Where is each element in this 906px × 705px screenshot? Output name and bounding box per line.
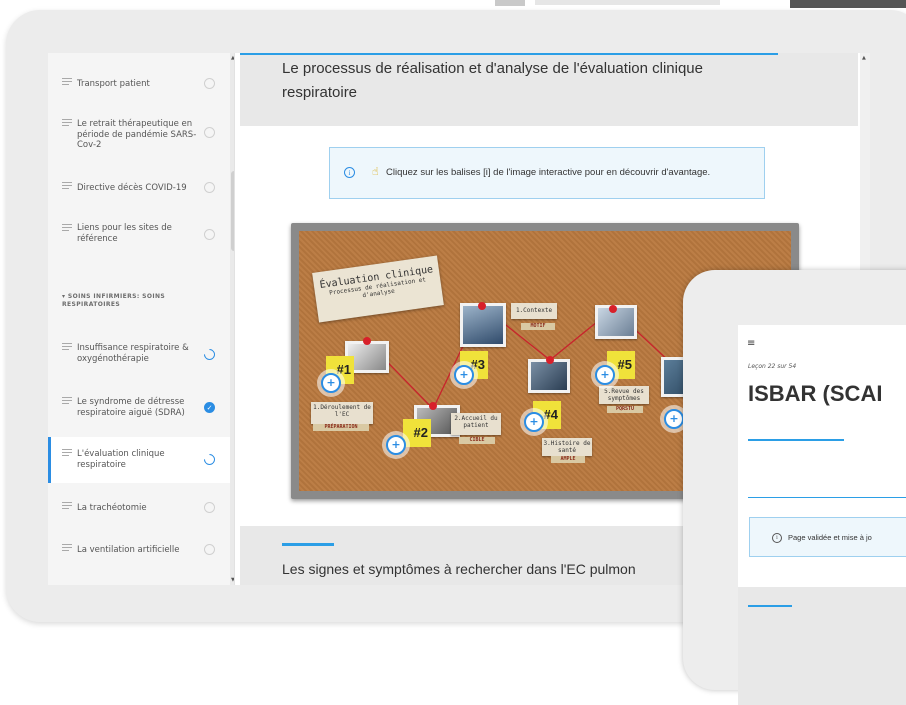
pin-icon bbox=[478, 302, 486, 310]
pin-icon bbox=[609, 305, 617, 313]
note-4-photo bbox=[528, 359, 570, 393]
status-not-started-icon bbox=[204, 78, 215, 89]
pin-icon bbox=[363, 337, 371, 345]
sidebar-scrollbar[interactable] bbox=[230, 53, 234, 585]
sidebar-item-label: L'évaluation clinique respiratoire bbox=[77, 449, 165, 470]
sidebar-item-label: Transport patient bbox=[77, 79, 150, 89]
scroll-down-arrow-icon[interactable]: ▼ bbox=[231, 577, 234, 583]
sidebar-item-tracheotomie[interactable]: La trachéotomie bbox=[48, 493, 234, 523]
note-2-tag: CIBLE bbox=[459, 437, 495, 444]
phone-info-callout: i Page validée et mise à jo bbox=[749, 517, 906, 557]
lesson-list-icon bbox=[62, 343, 72, 352]
status-in-progress-icon bbox=[201, 346, 218, 363]
status-in-progress-icon bbox=[201, 451, 218, 468]
note-5-label: 5.Revue des symptômes bbox=[599, 386, 649, 404]
note-4-tag: AMPLE bbox=[551, 456, 585, 463]
section-accent-line bbox=[282, 543, 334, 546]
sidebar-item-label: Directive décès COVID-19 bbox=[77, 183, 187, 193]
sidebar-item-label: Le retrait thérapeutique en période de p… bbox=[77, 119, 197, 150]
info-icon: i bbox=[772, 533, 782, 543]
note-1-tag: PRÉPARATION bbox=[313, 424, 369, 431]
lesson-sidebar: Transport patient Le retrait thérapeutiq… bbox=[48, 53, 235, 585]
info-icon: i bbox=[344, 167, 355, 178]
phone-lesson-title: ISBAR (SCAI bbox=[748, 381, 883, 406]
lesson-list-icon bbox=[62, 544, 72, 553]
phone-screen: ≡ Leçon 22 sur 54 ISBAR (SCAI i Page val… bbox=[738, 325, 906, 705]
sticky-note-2: #2 bbox=[403, 419, 431, 447]
sidebar-item-label: Insuffisance respiratoire & oxygénothéra… bbox=[77, 343, 189, 364]
note-2-label: 2.Accueil du patient bbox=[451, 413, 501, 435]
status-not-started-icon bbox=[204, 544, 215, 555]
scroll-up-arrow-icon[interactable]: ▲ bbox=[862, 55, 866, 61]
lesson-counter: Leçon 22 sur 54 bbox=[748, 363, 797, 370]
lesson-list-icon bbox=[62, 449, 72, 458]
title-band: Le processus de réalisation et d'analyse… bbox=[240, 53, 858, 126]
hotspot-1-plus-icon[interactable]: + bbox=[321, 373, 341, 393]
lesson-list-icon bbox=[62, 78, 72, 87]
sidebar-item-liens-sites[interactable]: Liens pour les sites de référence bbox=[48, 217, 234, 251]
lesson-list-icon bbox=[62, 119, 72, 128]
sidebar-item-transport-patient[interactable]: Transport patient bbox=[48, 69, 234, 99]
status-not-started-icon bbox=[204, 229, 215, 240]
background-thumbnail bbox=[535, 0, 720, 5]
hotspot-6-plus-icon[interactable]: + bbox=[664, 409, 684, 429]
page-title: Le processus de réalisation et d'analyse… bbox=[282, 60, 703, 101]
status-not-started-icon bbox=[204, 182, 215, 193]
status-complete-icon: ✓ bbox=[204, 402, 215, 413]
sidebar-item-directive-deces[interactable]: Directive décès COVID-19 bbox=[48, 173, 234, 203]
note-3-tag: MOTIF bbox=[521, 323, 555, 330]
sidebar-item-retrait-therapeutique[interactable]: Le retrait thérapeutique en période de p… bbox=[48, 113, 234, 157]
title-accent-line bbox=[240, 53, 778, 55]
hotspot-2-plus-icon[interactable]: + bbox=[386, 435, 406, 455]
status-not-started-icon bbox=[204, 502, 215, 513]
phone-info-text: Page validée et mise à jo bbox=[788, 533, 872, 542]
lesson-list-icon bbox=[62, 182, 72, 191]
sidebar-item-ventilation-artificielle[interactable]: La ventilation artificielle bbox=[48, 535, 234, 565]
status-not-started-icon bbox=[204, 127, 215, 138]
lesson-list-icon bbox=[62, 224, 72, 233]
pointing-hand-icon: ☝ bbox=[372, 165, 379, 178]
sidebar-item-label: Liens pour les sites de référence bbox=[77, 223, 172, 244]
background-thumbnail bbox=[495, 0, 525, 6]
lesson-list-icon bbox=[62, 502, 72, 511]
divider-line bbox=[748, 497, 906, 498]
hotspot-4-plus-icon[interactable]: + bbox=[524, 412, 544, 432]
sidebar-item-sdra[interactable]: Le syndrome de détresse respiratoire aig… bbox=[48, 391, 234, 425]
title-accent-line bbox=[748, 439, 844, 441]
info-callout: i ☝ Cliquez sur les balises [i] de l'ima… bbox=[329, 147, 765, 199]
hotspot-3-plus-icon[interactable]: + bbox=[454, 365, 474, 385]
pin-icon bbox=[429, 402, 437, 410]
sidebar-section-header[interactable]: ▾ SOINS INFIRMIERS: SOINS RESPIRATOIRES bbox=[62, 293, 222, 309]
lesson-list-icon bbox=[62, 397, 72, 406]
section-accent-line bbox=[748, 605, 792, 607]
note-3-label: 1.Contexte bbox=[511, 303, 557, 319]
note-4-label: 3.Histoire de santé bbox=[542, 438, 592, 456]
sidebar-item-insuffisance-respiratoire[interactable]: Insuffisance respiratoire & oxygénothéra… bbox=[48, 337, 234, 371]
hamburger-menu-icon[interactable]: ≡ bbox=[747, 338, 755, 349]
hotspot-5-plus-icon[interactable]: + bbox=[595, 365, 615, 385]
note-1-label: 1.Déroulement de l'EC bbox=[311, 402, 373, 424]
note-5-tag: PQRSTU bbox=[607, 406, 643, 413]
sidebar-scrollbar-thumb[interactable] bbox=[231, 171, 234, 251]
scroll-up-arrow-icon[interactable]: ▲ bbox=[231, 55, 234, 61]
sidebar-item-label: La ventilation artificielle bbox=[77, 545, 180, 555]
sidebar-item-label: Le syndrome de détresse respiratoire aig… bbox=[77, 397, 185, 418]
pin-icon bbox=[546, 356, 554, 364]
sidebar-item-evaluation-clinique[interactable]: L'évaluation clinique respiratoire bbox=[48, 437, 234, 483]
info-callout-text: Cliquez sur les balises [i] de l'image i… bbox=[386, 167, 711, 178]
phone-frame: ≡ Leçon 22 sur 54 ISBAR (SCAI i Page val… bbox=[683, 270, 906, 705]
background-thumbnail bbox=[790, 0, 906, 8]
sidebar-item-label: La trachéotomie bbox=[77, 503, 147, 513]
